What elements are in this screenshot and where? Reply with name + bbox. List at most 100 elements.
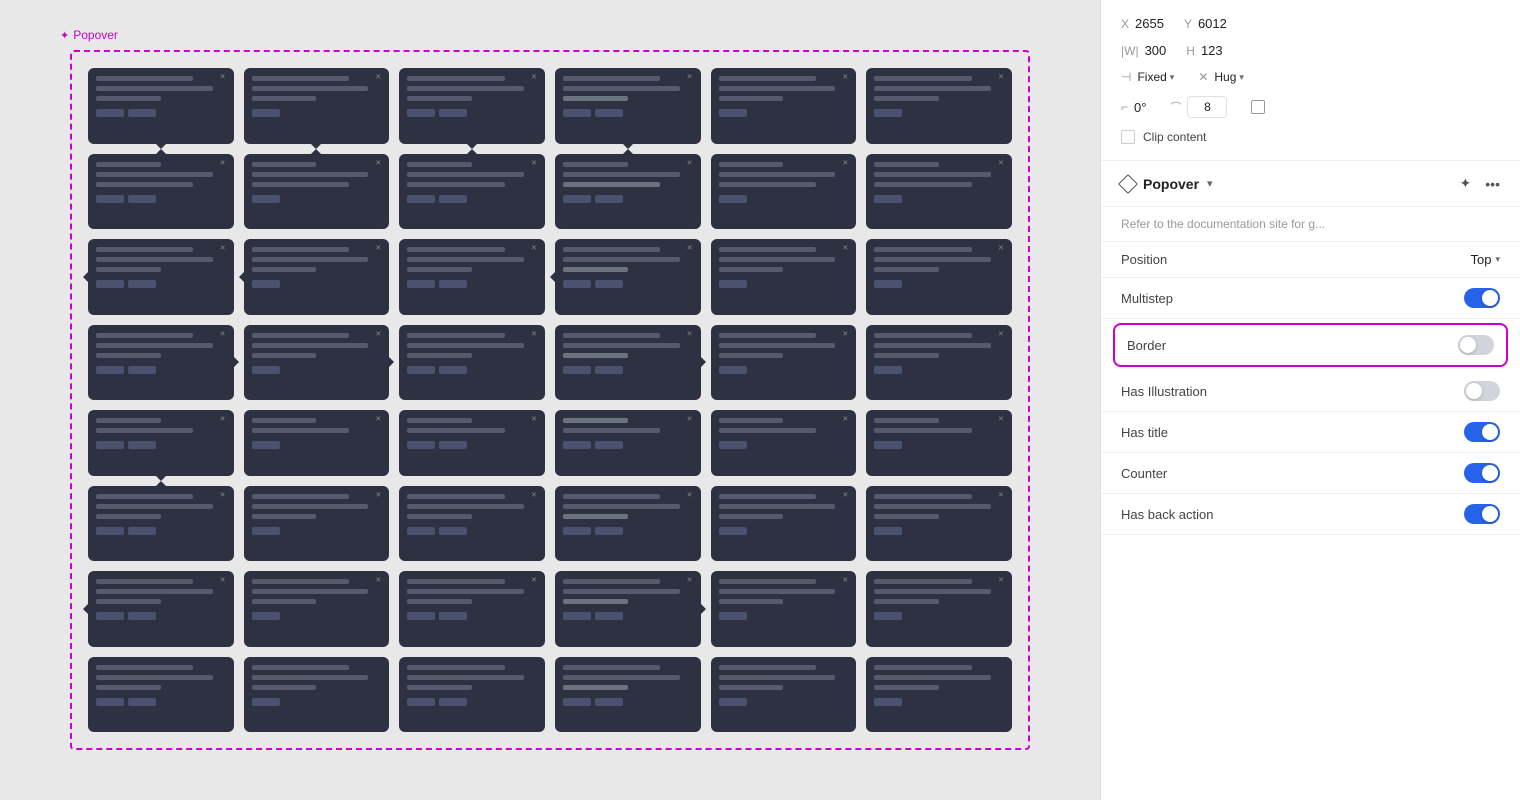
close-icon: ✕	[687, 415, 695, 423]
popover-grid: ✕ ✕ ✕ ✕	[88, 68, 1012, 732]
has-back-action-property-row: Has back action	[1101, 494, 1520, 535]
chevron-down-icon[interactable]: ▾	[1207, 177, 1213, 190]
close-icon: ✕	[998, 330, 1006, 338]
popover-card: ✕	[555, 325, 701, 401]
popover-card	[711, 657, 857, 733]
close-icon: ✕	[531, 73, 539, 81]
popover-card: ✕	[399, 68, 545, 144]
close-icon: ✕	[687, 159, 695, 167]
popover-frame-label: ✦ Popover	[60, 28, 118, 42]
close-icon: ✕	[687, 576, 695, 584]
popover-card: ✕	[711, 68, 857, 144]
fixed-select[interactable]: Fixed ▾	[1137, 70, 1174, 84]
has-illustration-toggle[interactable]	[1464, 381, 1500, 401]
chevron-down-icon: ▾	[1495, 254, 1500, 265]
popover-card: ✕	[711, 325, 857, 401]
has-illustration-property-row: Has Illustration	[1101, 371, 1520, 412]
frame-group	[1251, 100, 1265, 114]
more-options-icon[interactable]: •••	[1485, 176, 1500, 192]
close-icon: ✕	[998, 73, 1006, 81]
popover-card: ✕	[555, 239, 701, 315]
y-value[interactable]: 6012	[1198, 16, 1227, 31]
popover-card: ✕	[866, 571, 1012, 647]
multistep-label: Multistep	[1121, 291, 1173, 306]
popover-card: ✕	[866, 68, 1012, 144]
close-icon: ✕	[531, 330, 539, 338]
close-icon: ✕	[375, 159, 383, 167]
border-toggle[interactable]	[1458, 335, 1494, 355]
toggle-thumb	[1482, 506, 1498, 522]
popover-card: ✕	[88, 571, 234, 647]
position-select[interactable]: Top ▾	[1471, 252, 1501, 267]
corner-radius-input[interactable]: 8	[1187, 96, 1227, 118]
popover-card: ✕	[711, 154, 857, 230]
close-icon: ✕	[842, 244, 850, 252]
popover-card: ✕	[244, 68, 390, 144]
properties-panel: Position Top ▾ Multistep Border Has Illu…	[1101, 242, 1520, 535]
popover-card: ✕	[555, 571, 701, 647]
multistep-toggle[interactable]	[1464, 288, 1500, 308]
popover-card: ✕	[88, 154, 234, 230]
component-header: Popover ▾ ✦ •••	[1101, 161, 1520, 207]
popover-card: ✕	[866, 325, 1012, 401]
close-icon: ✕	[531, 415, 539, 423]
coords-section: X 2655 Y 6012 |W| 300 H 123 ⊣ Fixed	[1101, 0, 1520, 161]
component-left: Popover ▾	[1121, 176, 1213, 192]
close-icon: ✕	[531, 159, 539, 167]
frame-icon	[1251, 100, 1265, 114]
popover-card	[399, 657, 545, 733]
y-coord-group: Y 6012	[1184, 16, 1227, 31]
close-icon: ✕	[687, 330, 695, 338]
x-value[interactable]: 2655	[1135, 16, 1164, 31]
x-coord-group: X 2655	[1121, 16, 1164, 31]
popover-card: ✕	[88, 68, 234, 144]
chevron-down-icon: ▾	[1170, 72, 1175, 83]
popover-card: ✕	[866, 154, 1012, 230]
hug-select[interactable]: Hug ▾	[1214, 70, 1244, 84]
close-icon: ✕	[687, 491, 695, 499]
popover-card: ✕	[244, 410, 390, 476]
popover-card: ✕	[88, 325, 234, 401]
close-icon: ✕	[220, 330, 228, 338]
has-title-toggle[interactable]	[1464, 422, 1500, 442]
popover-card: ✕	[555, 154, 701, 230]
popover-card: ✕	[399, 325, 545, 401]
close-icon: ✕	[220, 73, 228, 81]
popover-card	[88, 657, 234, 733]
popover-card: ✕	[399, 239, 545, 315]
popover-card: ✕	[555, 68, 701, 144]
close-icon: ✕	[220, 244, 228, 252]
counter-property-row: Counter	[1101, 453, 1520, 494]
close-icon: ✕	[375, 330, 383, 338]
rotation-group: ⌐ 0°	[1121, 100, 1146, 115]
popover-card: ✕	[399, 486, 545, 562]
popover-card	[866, 657, 1012, 733]
component-right: ✦ •••	[1460, 175, 1500, 192]
popover-card: ✕	[244, 239, 390, 315]
rotation-value[interactable]: 0°	[1134, 100, 1146, 115]
close-icon: ✕	[842, 159, 850, 167]
move-icon[interactable]: ✦	[1460, 175, 1472, 192]
layout-row: ⊣ Fixed ▾ ✕ Hug ▾	[1121, 70, 1500, 84]
popover-card: ✕	[711, 486, 857, 562]
coords-row: X 2655 Y 6012	[1121, 16, 1500, 31]
rotation-row: ⌐ 0° ⌒ 8	[1121, 96, 1500, 118]
close-icon: ✕	[375, 415, 383, 423]
close-icon: ✕	[842, 73, 850, 81]
position-label: Position	[1121, 252, 1167, 267]
popover-card: ✕	[711, 571, 857, 647]
popover-card: ✕	[244, 486, 390, 562]
clip-checkbox[interactable]	[1121, 130, 1135, 144]
h-value[interactable]: 123	[1201, 43, 1223, 58]
dims-row: |W| 300 H 123	[1121, 43, 1500, 58]
close-icon: ✕	[998, 415, 1006, 423]
close-icon: ✕	[531, 576, 539, 584]
w-value[interactable]: 300	[1145, 43, 1167, 58]
popover-card: ✕	[399, 410, 545, 476]
has-back-action-toggle[interactable]	[1464, 504, 1500, 524]
popover-card: ✕	[244, 571, 390, 647]
multistep-property-row: Multistep	[1101, 278, 1520, 319]
has-illustration-label: Has Illustration	[1121, 384, 1207, 399]
border-property-row: Border	[1113, 323, 1508, 367]
counter-toggle[interactable]	[1464, 463, 1500, 483]
